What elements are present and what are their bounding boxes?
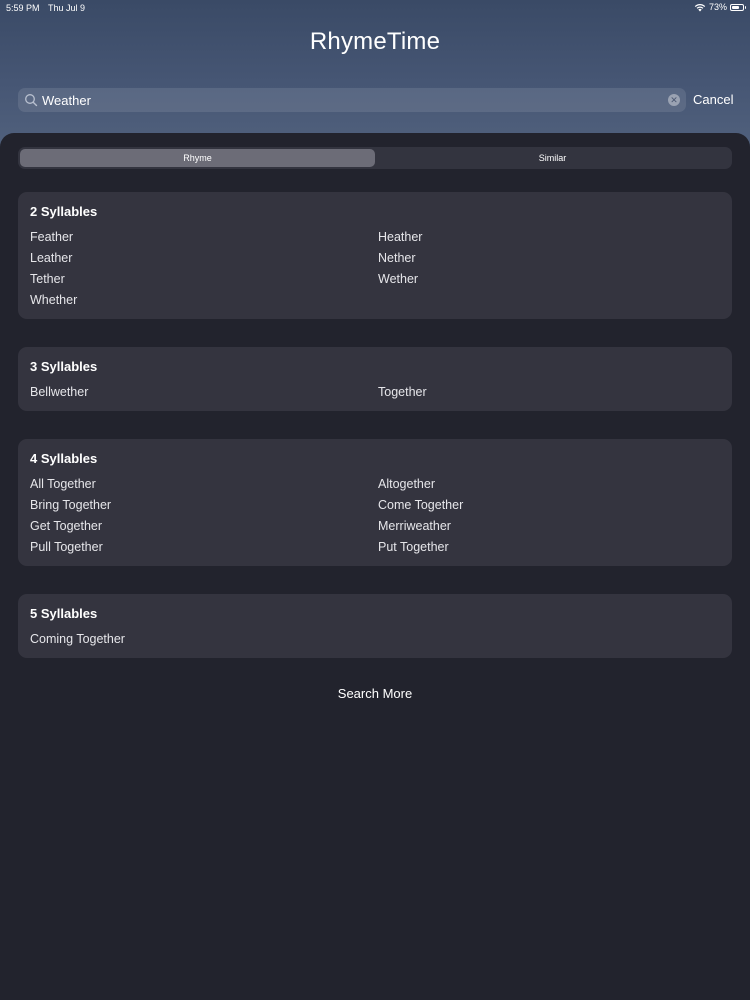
group-title: 2 Syllables <box>30 204 98 219</box>
status-bar: 5:59 PM Thu Jul 9 73% <box>0 0 750 16</box>
search-more-button[interactable]: Search More <box>0 686 750 701</box>
status-time: 5:59 PM <box>6 3 40 13</box>
group-title: 4 Syllables <box>30 451 98 466</box>
rhyme-word[interactable]: Tether <box>30 272 378 293</box>
rhyme-word[interactable]: Heather <box>378 230 726 251</box>
segment-similar[interactable]: Similar <box>375 149 730 167</box>
syllable-group-3: 3 Syllables Bellwether Together <box>18 347 732 411</box>
rhyme-word[interactable]: All Together <box>30 477 378 498</box>
battery-icon <box>730 3 746 11</box>
word-list: Coming Together <box>30 632 720 653</box>
battery-percent: 73% <box>708 2 727 12</box>
search-input[interactable] <box>38 92 668 108</box>
rhyme-word[interactable]: Coming Together <box>30 632 378 653</box>
rhyme-word[interactable]: Together <box>378 385 726 406</box>
rhyme-word[interactable]: Altogether <box>378 477 726 498</box>
group-title: 3 Syllables <box>30 359 98 374</box>
rhyme-word[interactable]: Bring Together <box>30 498 378 519</box>
group-title: 5 Syllables <box>30 606 98 621</box>
status-date: Thu Jul 9 <box>48 3 86 13</box>
header-background <box>0 0 750 150</box>
word-list: Bellwether Together <box>30 385 720 406</box>
results-sheet: Rhyme Similar 2 Syllables Feather Heathe… <box>0 133 750 1000</box>
wifi-icon <box>694 3 706 12</box>
clear-icon[interactable]: ✕ <box>668 94 680 106</box>
rhyme-word[interactable]: Wether <box>378 272 726 293</box>
segment-rhyme[interactable]: Rhyme <box>20 149 375 167</box>
word-list: All Together Altogether Bring Together C… <box>30 477 720 561</box>
app-title: RhymeTime <box>309 28 441 55</box>
syllable-group-2: 2 Syllables Feather Heather Leather Neth… <box>18 192 732 319</box>
word-list: Feather Heather Leather Nether Tether We… <box>30 230 720 314</box>
rhyme-word[interactable]: Put Together <box>378 540 726 561</box>
rhyme-word[interactable]: Get Together <box>30 519 378 540</box>
battery-fill <box>732 5 740 9</box>
rhyme-word[interactable]: Feather <box>30 230 378 251</box>
rhyme-word[interactable]: Pull Together <box>30 540 378 561</box>
rhyme-word[interactable]: Whether <box>30 293 378 314</box>
segmented-control: Rhyme Similar <box>18 147 732 169</box>
rhyme-word[interactable]: Come Together <box>378 498 726 519</box>
search-icon <box>25 94 38 107</box>
syllable-group-4: 4 Syllables All Together Altogether Brin… <box>18 439 732 566</box>
rhyme-word[interactable]: Nether <box>378 251 726 272</box>
syllable-group-5: 5 Syllables Coming Together <box>18 594 732 658</box>
search-bar[interactable]: ✕ <box>18 88 686 112</box>
status-right: 73% <box>694 2 746 12</box>
rhyme-word[interactable]: Bellwether <box>30 385 378 406</box>
rhyme-word[interactable]: Merriweather <box>378 519 726 540</box>
rhyme-word[interactable]: Leather <box>30 251 378 272</box>
cancel-button[interactable]: Cancel <box>693 92 733 107</box>
